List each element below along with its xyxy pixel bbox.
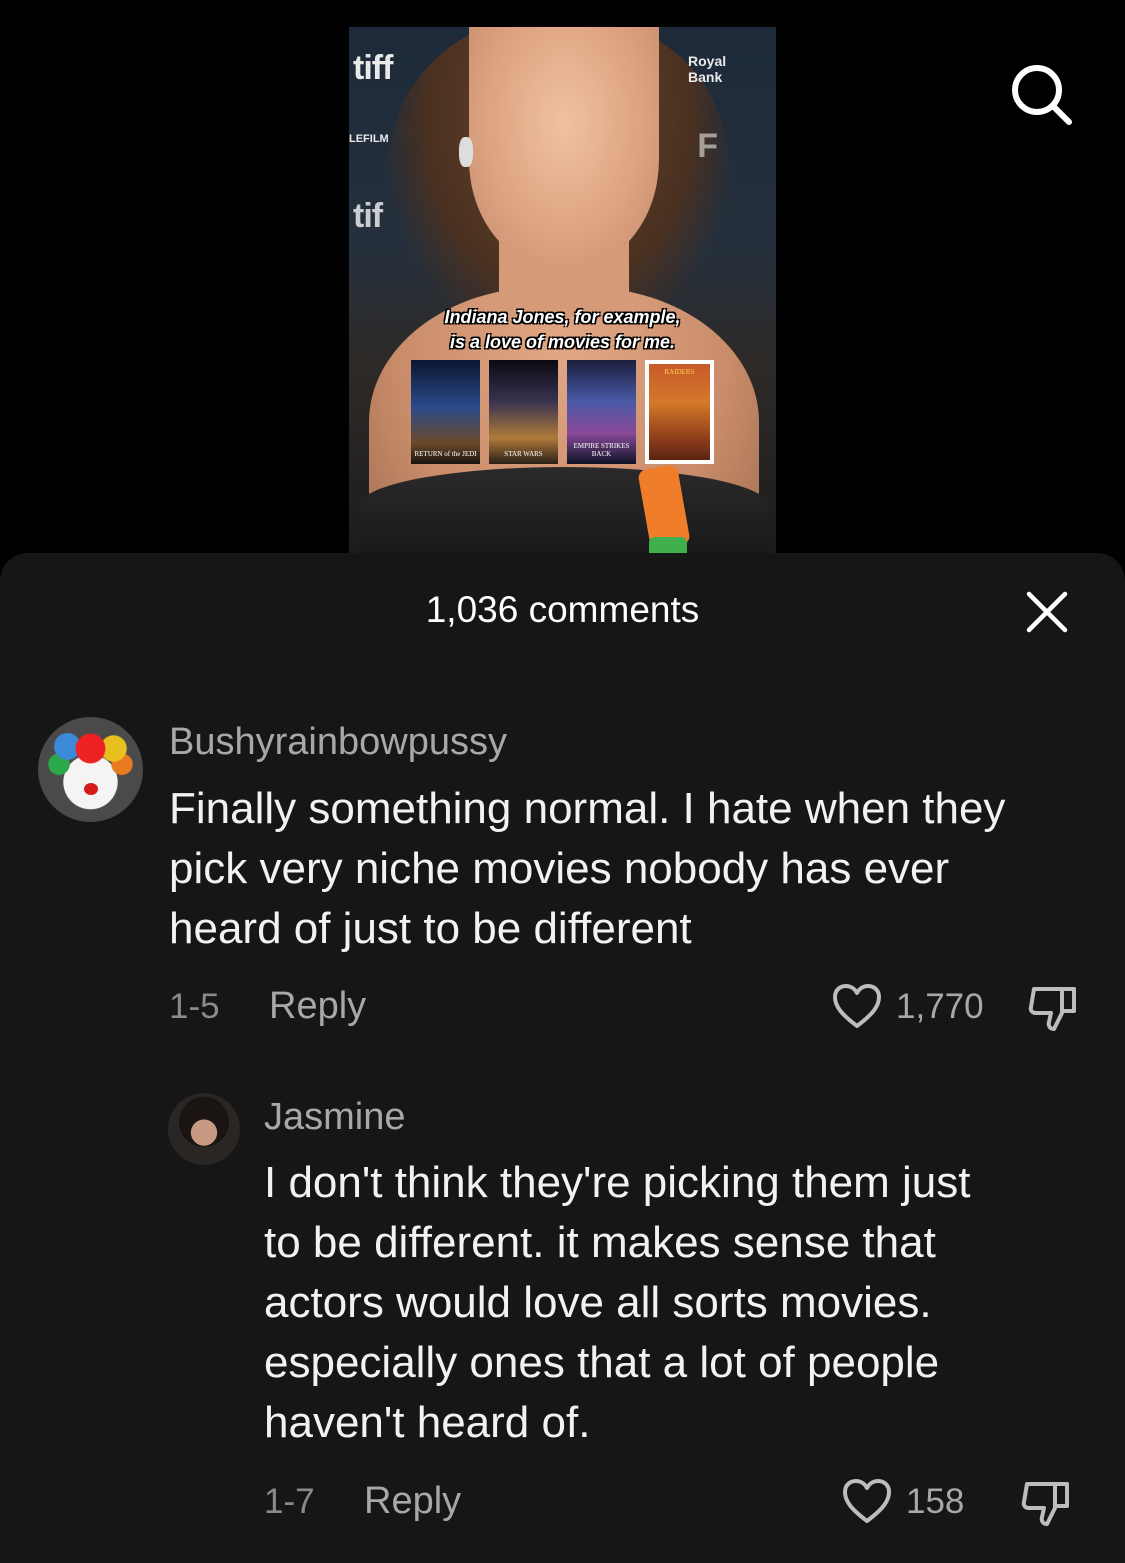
dislike-icon[interactable] — [1019, 1476, 1073, 1530]
comment-text-line: Finally something normal. I hate when th… — [169, 784, 1006, 833]
movie-poster: RETURN of the JEDI — [411, 360, 480, 464]
poster-title: RAIDERS — [664, 368, 695, 376]
caption-line: Indiana Jones, for example, — [444, 307, 681, 327]
comment-text-line: actors would love all sorts movies. — [264, 1278, 932, 1327]
earring — [459, 137, 473, 167]
poster-strip: RETURN of the JEDI STAR WARS EMPIRE STRI… — [411, 360, 714, 464]
dislike-icon[interactable] — [1026, 981, 1080, 1035]
comment-date: 1-7 — [264, 1482, 315, 1521]
comment-username[interactable]: Jasmine — [264, 1096, 406, 1139]
video-caption: Indiana Jones, for example, is a love of… — [349, 305, 776, 355]
video-area[interactable]: tiff LEFILM tif Royal Bank F Indiana Jon… — [0, 0, 1125, 600]
comment-text-line: heard of just to be different — [169, 904, 692, 953]
comment-date: 1-5 — [169, 987, 220, 1026]
comment-text-line: I don't think they're picking them just — [264, 1158, 971, 1207]
close-icon[interactable] — [1024, 589, 1070, 635]
heart-icon[interactable] — [841, 1477, 893, 1525]
movie-poster: RAIDERS — [645, 360, 714, 464]
poster-title: RETURN of the JEDI — [414, 450, 477, 458]
comment-text-line: especially ones that a lot of people — [264, 1338, 940, 1387]
search-icon[interactable] — [1007, 60, 1077, 130]
comments-count-title: 1,036 comments — [425, 589, 700, 630]
reply-button[interactable]: Reply — [269, 985, 366, 1028]
like-count: 158 — [906, 1482, 965, 1521]
like-count: 1,770 — [896, 987, 984, 1026]
poster-title: EMPIRE STRIKES BACK — [573, 442, 630, 458]
comment-username[interactable]: Bushyrainbowpussy — [169, 721, 507, 764]
avatar[interactable] — [38, 717, 143, 822]
comment-text-line: to be different. it makes sense that — [264, 1218, 936, 1267]
backdrop-letter: F — [697, 127, 718, 165]
poster-title: STAR WARS — [504, 450, 543, 458]
backdrop-logo-lefilm: LEFILM — [349, 133, 389, 145]
avatar-clown-nose — [84, 783, 98, 795]
comment-text-line: haven't heard of. — [264, 1398, 591, 1447]
comment-text: Finally something normal. I hate when th… — [169, 779, 1005, 959]
backdrop-sponsor-logo: Royal Bank — [688, 53, 727, 85]
caption-line: is a love of movies for me. — [449, 332, 676, 352]
reply-button[interactable]: Reply — [364, 1480, 461, 1523]
heart-icon[interactable] — [831, 982, 883, 1030]
comments-sheet: 1,036 comments Bushyrainbowpussy Finally… — [0, 553, 1125, 1563]
backdrop-logo-tif: tif — [353, 197, 383, 235]
comment-text: I don't think they're picking them just … — [264, 1153, 971, 1453]
comment-text-line: pick very niche movies nobody has ever — [169, 844, 950, 893]
subject-face — [469, 27, 659, 267]
video-thumbnail[interactable]: tiff LEFILM tif Royal Bank F Indiana Jon… — [349, 27, 776, 587]
avatar[interactable] — [168, 1093, 240, 1165]
movie-poster: STAR WARS — [489, 360, 558, 464]
movie-poster: EMPIRE STRIKES BACK — [567, 360, 636, 464]
backdrop-logo-tiff: tiff — [353, 49, 393, 87]
